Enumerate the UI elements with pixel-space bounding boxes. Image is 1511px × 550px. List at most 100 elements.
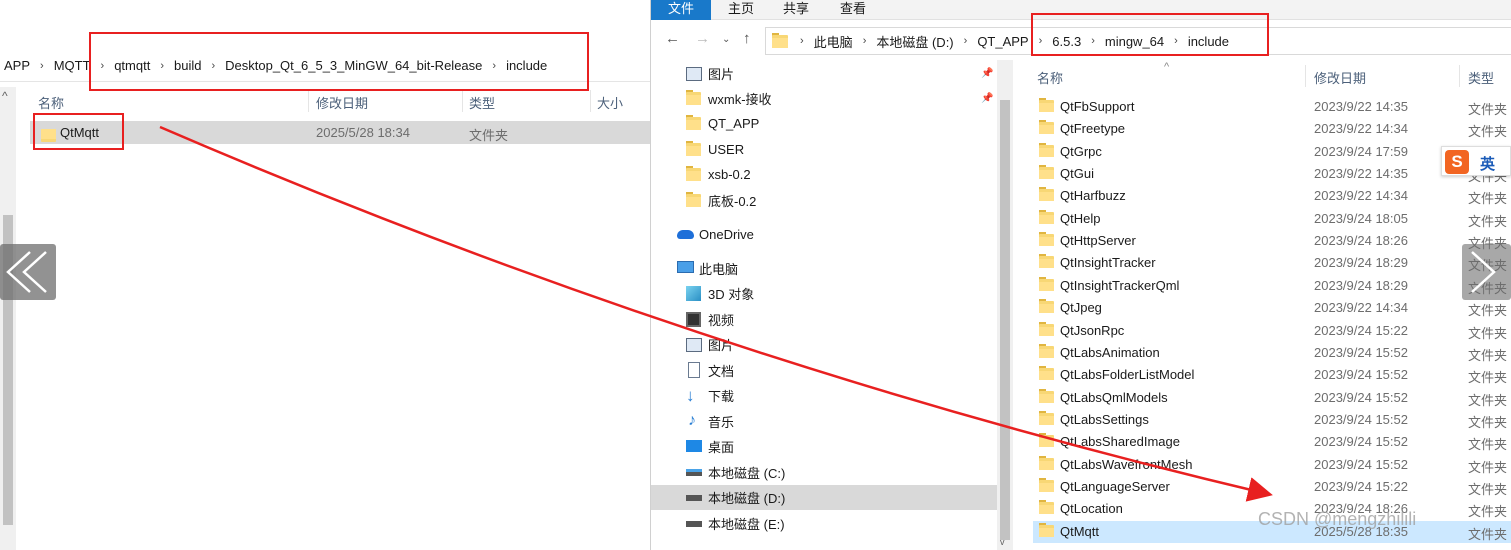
column-date-header[interactable]: 修改日期 [1314, 68, 1366, 87]
sidebar-item-baseboard[interactable]: 底板-0.2 [651, 188, 997, 213]
file-row[interactable]: QtFreetype 2023/9/22 14:34 文件夹 [1033, 118, 1511, 140]
file-row[interactable]: QtJsonRpc 2023/9/24 15:22 文件夹 [1033, 320, 1511, 342]
sidebar-item-drive-c[interactable]: 本地磁盘 (C:) [651, 460, 997, 485]
folder-icon [1039, 209, 1054, 224]
file-date: 2023/9/24 15:22 [1314, 322, 1408, 338]
file-row[interactable]: QtLabsSettings 2023/9/24 15:52 文件夹 [1033, 409, 1511, 431]
tab-home[interactable]: 主页 [725, 0, 757, 20]
sidebar-item-pictures[interactable]: 图片 [651, 332, 997, 357]
sidebar-item-drive-e[interactable]: 本地磁盘 (E:) [651, 511, 997, 536]
file-type: 文件夹 [1468, 325, 1508, 341]
ime-toolbar[interactable]: S 英 [1441, 146, 1511, 176]
file-date: 2023/9/24 15:52 [1314, 434, 1408, 450]
file-name: QtMqtt [1060, 523, 1100, 539]
forward-arrow-icon[interactable]: → [695, 30, 710, 47]
breadcrumb-item[interactable]: 此电脑 [810, 32, 857, 51]
file-name: QtLabsQmlModels [1060, 389, 1168, 405]
file-type: 文件夹 [1468, 481, 1508, 497]
file-row[interactable]: QtLabsWavefrontMesh 2023/9/24 15:52 文件夹 [1033, 454, 1511, 476]
file-name: QtLabsWavefrontMesh [1060, 456, 1193, 472]
sidebar-item-documents[interactable]: 文档 [651, 358, 997, 383]
file-row[interactable]: QtLabsAnimation 2023/9/24 15:52 文件夹 [1033, 342, 1511, 364]
file-row[interactable]: QtJpeg 2023/9/22 14:34 文件夹 [1033, 297, 1511, 319]
file-name: QtLabsSharedImage [1060, 434, 1180, 450]
sidebar-item-pictures-pinned[interactable]: 图片 📌 [651, 61, 997, 86]
sidebar-item-this-pc[interactable]: 此电脑 [651, 256, 997, 281]
breadcrumb-item[interactable]: QT_APP [973, 34, 1032, 49]
column-name-header[interactable]: 名称 [1037, 68, 1063, 87]
drive-icon [686, 521, 702, 527]
column-divider[interactable] [462, 90, 463, 112]
column-divider[interactable] [1305, 65, 1306, 87]
column-date-header[interactable]: 修改日期 [316, 93, 368, 112]
column-type-header[interactable]: 类型 [1468, 68, 1494, 87]
file-row[interactable]: QtLabsQmlModels 2023/9/24 15:52 文件夹 [1033, 387, 1511, 409]
column-divider[interactable] [1459, 65, 1460, 87]
sidebar-scrollbar[interactable]: v [997, 60, 1013, 550]
chevron-right-icon[interactable]: › [958, 35, 974, 47]
chevron-right-icon[interactable]: › [34, 60, 50, 72]
file-type: 文件夹 [1468, 414, 1508, 430]
sidebar-item-music[interactable]: ♪ 音乐 [651, 409, 997, 434]
scroll-down-icon[interactable]: v [1000, 537, 1005, 547]
folder-icon [1039, 455, 1054, 470]
breadcrumb-item[interactable]: 本地磁盘 (D:) [872, 32, 957, 51]
scrollbar-thumb[interactable] [1000, 100, 1010, 540]
chevron-down-icon[interactable]: ⌄ [722, 34, 730, 45]
tab-share[interactable]: 共享 [780, 0, 812, 20]
file-row[interactable]: QtLabsSharedImage 2023/9/24 15:52 文件夹 [1033, 431, 1511, 453]
breadcrumb-item[interactable]: MQTT [50, 58, 95, 73]
tab-file[interactable]: 文件 [651, 0, 711, 20]
column-size-header[interactable]: 大小 [597, 93, 623, 112]
breadcrumb-item[interactable]: APP [0, 58, 34, 73]
column-name-header[interactable]: 名称 [38, 93, 64, 112]
image-prev-button[interactable] [0, 244, 56, 300]
file-row[interactable]: QtLanguageServer 2023/9/24 15:22 文件夹 [1033, 476, 1511, 498]
sidebar-item-drive-d[interactable]: 本地磁盘 (D:) [651, 485, 997, 510]
highlight-box-right-path [1031, 13, 1269, 56]
file-row[interactable]: QtGui 2023/9/22 14:35 文件夹 [1033, 163, 1511, 185]
file-date: 2023/9/24 15:22 [1314, 478, 1408, 494]
image-next-button[interactable] [1462, 244, 1511, 300]
column-divider[interactable] [590, 90, 591, 112]
ime-mode-label[interactable]: 英 [1480, 153, 1495, 174]
file-name: QtGrpc [1060, 143, 1102, 159]
file-row[interactable]: QtHarfbuzz 2023/9/22 14:34 文件夹 [1033, 185, 1511, 207]
file-row[interactable]: QtHttpServer2023/9/24 18:26文件夹 [1033, 230, 1511, 252]
file-date: 2023/9/24 18:29 [1314, 255, 1408, 271]
sidebar-item-label: QT_APP [708, 116, 760, 131]
file-type: 文件夹 [1468, 124, 1508, 140]
sidebar-item-user[interactable]: USER [651, 137, 997, 162]
sidebar-item-wxmk[interactable]: wxmk-接收 📌 [651, 86, 997, 111]
sidebar-item-qt-app[interactable]: QT_APP [651, 111, 997, 136]
sidebar-item-label: 本地磁盘 (C:) [708, 466, 786, 481]
documents-icon [688, 362, 700, 378]
sidebar-item-onedrive[interactable]: OneDrive [651, 222, 997, 247]
chevron-right-icon[interactable]: › [794, 35, 810, 47]
up-arrow-icon[interactable]: ↑ [743, 30, 751, 47]
file-row[interactable]: QtLabsFolderListModel 2023/9/24 15:52 文件夹 [1033, 364, 1511, 386]
folder-icon [686, 90, 701, 105]
file-row[interactable]: QtFbSupport 2023/9/22 14:35 文件夹 [1033, 96, 1511, 118]
file-date: 2023/9/22 14:34 [1314, 188, 1408, 204]
file-row[interactable]: QtInsightTracker2023/9/24 18:29文件夹 [1033, 252, 1511, 274]
column-type-header[interactable]: 类型 [469, 93, 495, 112]
file-row[interactable]: QtHelp 2023/9/24 18:05 文件夹 [1033, 208, 1511, 230]
sidebar-item-videos[interactable]: 视频 [651, 307, 997, 332]
back-arrow-icon[interactable]: ← [665, 30, 680, 47]
file-row[interactable]: QtInsightTrackerQml2023/9/24 18:29文件夹 [1033, 275, 1511, 297]
column-divider[interactable] [308, 90, 309, 112]
sidebar-item-desktop[interactable]: 桌面 [651, 434, 997, 459]
chevron-right-icon[interactable]: › [857, 35, 873, 47]
sidebar-item-xsb[interactable]: xsb-0.2 [651, 162, 997, 187]
sidebar-item-downloads[interactable]: ↓ 下载 [651, 383, 997, 408]
file-row[interactable]: QtGrpc2023/9/24 17:59文件夹 [1033, 141, 1511, 163]
left-vertical-scrollbar[interactable]: ^ [0, 87, 16, 550]
file-type: 文件夹 [1468, 504, 1508, 520]
3d-objects-icon [686, 286, 701, 301]
sidebar-item-3d-objects[interactable]: 3D 对象 [651, 281, 997, 306]
tab-view[interactable]: 查看 [837, 0, 869, 20]
file-date: 2023/9/24 17:59 [1314, 143, 1408, 159]
watermark: CSDN @mengzhilili [1258, 509, 1417, 529]
file-name: QtHelp [1060, 210, 1101, 226]
